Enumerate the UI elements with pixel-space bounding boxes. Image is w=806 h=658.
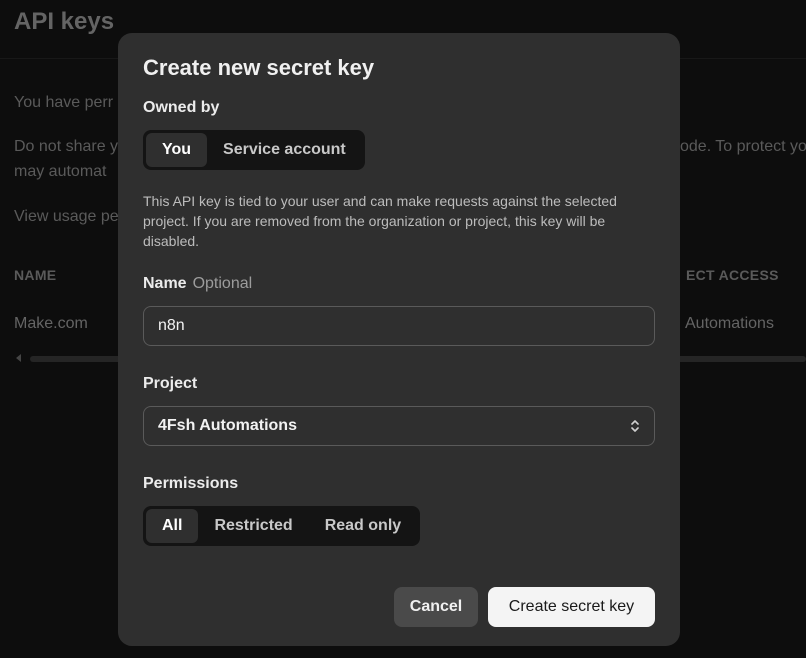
- permissions-label: Permissions: [143, 475, 239, 492]
- permissions-toggle: All Restricted Read only: [143, 506, 421, 546]
- permissions-option-restricted[interactable]: Restricted: [198, 509, 308, 543]
- name-optional-hint: Optional: [192, 275, 253, 292]
- dialog-title: Create new secret key: [143, 55, 375, 80]
- name-input[interactable]: [143, 306, 655, 346]
- owned-by-option-you[interactable]: You: [146, 133, 208, 167]
- project-select[interactable]: 4Fsh Automations: [143, 406, 655, 446]
- permissions-option-read-only[interactable]: Read only: [309, 509, 417, 543]
- name-label-text: Name: [143, 275, 187, 292]
- owned-by-toggle: You Service account: [143, 130, 365, 170]
- cancel-button[interactable]: Cancel: [394, 587, 478, 627]
- create-secret-key-dialog: Create new secret key Owned by You Servi…: [118, 33, 680, 646]
- project-label: Project: [143, 375, 198, 392]
- project-select-value: 4Fsh Automations: [158, 417, 297, 434]
- owned-by-option-service-account[interactable]: Service account: [207, 133, 362, 167]
- permissions-option-all[interactable]: All: [146, 509, 199, 543]
- owned-by-label: Owned by: [143, 99, 220, 116]
- name-label: Name Optional: [143, 275, 252, 293]
- owner-description: This API key is tied to your user and ca…: [143, 193, 617, 249]
- chevron-up-down-icon: [631, 420, 639, 432]
- create-secret-key-button[interactable]: Create secret key: [488, 587, 655, 627]
- api-keys-page: API keys You have perr Do not share y od…: [0, 0, 806, 658]
